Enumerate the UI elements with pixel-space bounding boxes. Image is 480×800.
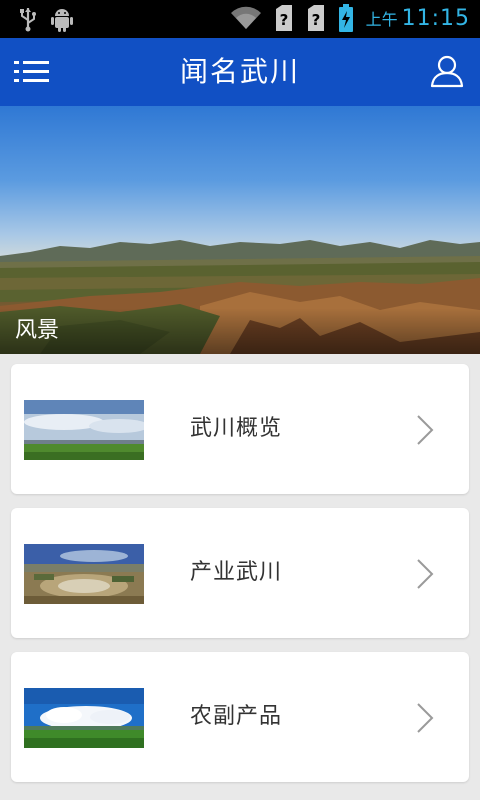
list-item-label: 农副产品 bbox=[190, 704, 283, 729]
grassland-sky-thumbnail bbox=[24, 400, 144, 460]
status-bar: ? ? 上午 11:15 bbox=[0, 0, 480, 38]
hero-caption: 风景 bbox=[15, 318, 60, 343]
list-item[interactable]: 产业武川 bbox=[11, 508, 469, 638]
sim-unknown-icon: ? bbox=[307, 5, 324, 31]
svg-text:?: ? bbox=[279, 11, 288, 29]
app-header: 闻名武川 bbox=[0, 38, 480, 106]
hero-banner[interactable]: 风景 bbox=[0, 106, 480, 354]
list-item[interactable]: 武川概览 bbox=[11, 364, 469, 494]
page-title: 闻名武川 bbox=[179, 55, 300, 88]
sim-unknown-icon: ? bbox=[275, 5, 292, 31]
usb-icon bbox=[20, 8, 36, 32]
battery-charging-icon bbox=[338, 4, 353, 32]
svg-text:?: ? bbox=[311, 11, 320, 29]
status-time: 11:15 bbox=[401, 5, 470, 31]
pasture-cloud-thumbnail bbox=[24, 688, 144, 748]
list-item-label: 武川概览 bbox=[190, 416, 283, 441]
list-item-label: 产业武川 bbox=[190, 560, 283, 585]
chevron-right-icon bbox=[417, 559, 434, 589]
chevron-right-icon bbox=[417, 703, 434, 733]
android-icon bbox=[51, 9, 73, 32]
town-aerial-thumbnail bbox=[24, 544, 144, 604]
hero-caption-bar: 风景 bbox=[0, 308, 480, 354]
chevron-right-icon bbox=[417, 415, 434, 445]
status-ampm: 上午 bbox=[365, 10, 398, 29]
list-item[interactable]: 农副产品 bbox=[11, 652, 469, 782]
user-icon[interactable] bbox=[430, 54, 464, 88]
wifi-icon bbox=[230, 6, 261, 30]
